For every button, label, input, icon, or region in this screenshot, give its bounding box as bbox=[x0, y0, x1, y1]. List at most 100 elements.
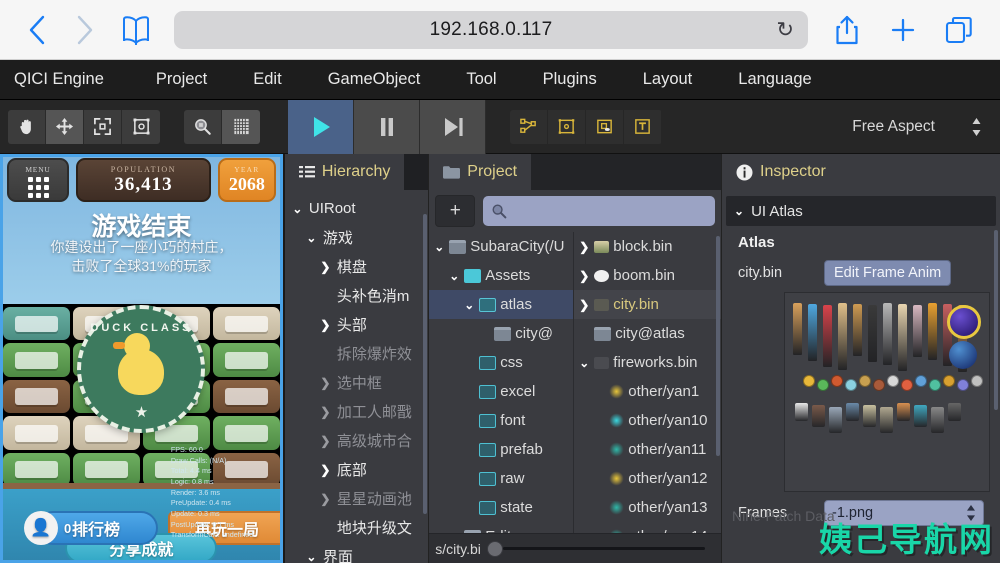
move-tool-button[interactable] bbox=[46, 109, 84, 144]
project-search-input[interactable] bbox=[483, 196, 715, 226]
hierarchy-node[interactable]: 地块升级文 bbox=[285, 513, 428, 542]
hierarchy-node[interactable]: ❯ 高级城市合 bbox=[285, 426, 428, 455]
hierarchy-node[interactable]: 头补色消m bbox=[285, 281, 428, 310]
pause-button[interactable] bbox=[354, 99, 420, 154]
show-tabs-button[interactable] bbox=[932, 7, 986, 53]
menu-item-gameobject[interactable]: GameObject bbox=[328, 70, 443, 89]
project-scrollbar[interactable] bbox=[716, 236, 720, 456]
step-button[interactable] bbox=[420, 99, 486, 154]
chevron-down-icon[interactable]: ⌄ bbox=[463, 298, 475, 312]
village-tile[interactable] bbox=[3, 379, 70, 414]
project-row[interactable]: other/yan1 bbox=[574, 377, 721, 406]
project-row[interactable]: other/yan13 bbox=[574, 493, 721, 522]
node-gizmo-button[interactable] bbox=[510, 109, 548, 144]
chevron-right-icon[interactable]: ❯ bbox=[319, 318, 332, 332]
new-tab-button[interactable] bbox=[876, 7, 930, 53]
chevron-right-icon[interactable]: ❯ bbox=[578, 298, 590, 312]
hierarchy-node[interactable]: ❯ 棋盘 bbox=[285, 252, 428, 281]
project-row[interactable]: other/yan12 bbox=[574, 464, 721, 493]
project-row[interactable]: excel bbox=[429, 377, 573, 406]
chevron-right-icon[interactable]: ❯ bbox=[319, 405, 332, 419]
village-tile[interactable] bbox=[3, 416, 70, 450]
menu-item-plugins[interactable]: Plugins bbox=[543, 70, 619, 89]
menu-item-edit[interactable]: Edit bbox=[253, 70, 303, 89]
village-tile[interactable] bbox=[212, 307, 280, 341]
project-row[interactable]: other/yan11 bbox=[574, 435, 721, 464]
menu-item-project[interactable]: Project bbox=[156, 70, 229, 89]
hud-menu-button[interactable]: MENU bbox=[7, 158, 69, 202]
chevron-down-icon[interactable]: ⌄ bbox=[305, 231, 318, 245]
menu-item-qici-engine[interactable]: QICI Engine bbox=[14, 70, 126, 89]
inspector-scrollbar[interactable] bbox=[994, 230, 998, 410]
thumbnail-size-slider[interactable] bbox=[486, 540, 715, 558]
rect-tool-button[interactable] bbox=[122, 109, 160, 144]
hand-tool-button[interactable] bbox=[8, 109, 46, 144]
hierarchy-node[interactable]: ❯ 头部 bbox=[285, 310, 428, 339]
project-row[interactable]: city@atlas bbox=[574, 319, 721, 348]
village-tile[interactable] bbox=[3, 307, 70, 341]
address-bar[interactable]: 192.168.0.117 ↻ bbox=[174, 10, 808, 49]
menu-item-tool[interactable]: Tool bbox=[466, 70, 518, 89]
aspect-stepper-icon[interactable] bbox=[971, 116, 982, 138]
project-row[interactable]: ❯ city.bin bbox=[574, 290, 721, 319]
anchor-gizmo-button[interactable] bbox=[586, 109, 624, 144]
menu-item-language[interactable]: Language bbox=[738, 70, 833, 89]
atlas-preview[interactable] bbox=[784, 292, 990, 492]
village-tile[interactable] bbox=[212, 379, 280, 414]
hierarchy-node[interactable]: ❯ 星星动画池 bbox=[285, 484, 428, 513]
bookmarks-button[interactable] bbox=[110, 7, 162, 53]
leaderboard-button[interactable]: 👤 0 排行榜 bbox=[24, 511, 158, 545]
menu-item-layout[interactable]: Layout bbox=[643, 70, 715, 89]
scale-tool-button[interactable] bbox=[84, 109, 122, 144]
project-row[interactable]: prefab bbox=[429, 435, 573, 464]
chevron-right-icon[interactable]: ❯ bbox=[578, 240, 590, 254]
chevron-right-icon[interactable]: ❯ bbox=[319, 463, 332, 477]
hierarchy-node[interactable]: ⌄ 游戏 bbox=[285, 223, 428, 252]
project-row[interactable]: city@ bbox=[429, 319, 573, 348]
hierarchy-node[interactable]: ❯ 加工人邮戬 bbox=[285, 397, 428, 426]
chevron-down-icon[interactable]: ⌄ bbox=[305, 550, 318, 563]
project-row[interactable]: ❯ block.bin bbox=[574, 232, 721, 261]
play-button[interactable] bbox=[288, 99, 354, 154]
tab-hierarchy[interactable]: Hierarchy bbox=[284, 154, 405, 190]
pivot-gizmo-button[interactable] bbox=[548, 109, 586, 144]
project-row[interactable]: ⌄ atlas bbox=[429, 290, 574, 319]
ui-atlas-section-header[interactable]: ⌄ UI Atlas bbox=[726, 196, 996, 226]
chevron-down-icon[interactable]: ⌄ bbox=[448, 269, 460, 283]
hierarchy-node[interactable]: ⌄ 界面 bbox=[285, 542, 428, 563]
chevron-down-icon[interactable]: ⌄ bbox=[291, 202, 304, 216]
chevron-right-icon[interactable]: ❯ bbox=[319, 260, 332, 274]
village-tile[interactable] bbox=[3, 343, 70, 377]
village-tile[interactable] bbox=[3, 452, 70, 486]
project-row[interactable]: state bbox=[429, 493, 573, 522]
project-row[interactable]: ⌄ Assets bbox=[429, 261, 573, 290]
chevron-down-icon[interactable]: ⌄ bbox=[433, 240, 445, 254]
project-row[interactable]: other/yan10 bbox=[574, 406, 721, 435]
project-row[interactable]: raw bbox=[429, 464, 573, 493]
add-asset-button[interactable]: + bbox=[435, 195, 476, 227]
forward-button[interactable] bbox=[62, 7, 108, 53]
game-view[interactable]: MENU POPULATION 36,413 YEAR 2068 游戏结束 你建… bbox=[0, 154, 285, 563]
slider-knob[interactable] bbox=[486, 540, 503, 557]
village-tile[interactable] bbox=[72, 452, 140, 486]
edit-frame-anim-button[interactable]: Edit Frame Anim bbox=[824, 260, 952, 286]
tab-inspector[interactable]: Inspector bbox=[722, 154, 840, 190]
tab-project[interactable]: Project bbox=[429, 154, 532, 190]
grid-tool-button[interactable] bbox=[222, 109, 260, 144]
project-row[interactable]: ⌄ SubaraCity(/U bbox=[429, 232, 573, 261]
hierarchy-scrollbar[interactable] bbox=[423, 214, 428, 514]
share-button[interactable] bbox=[820, 7, 874, 53]
chevron-right-icon[interactable]: ❯ bbox=[319, 492, 332, 506]
text-gizmo-button[interactable] bbox=[624, 109, 662, 144]
project-row[interactable]: css bbox=[429, 348, 573, 377]
chevron-down-icon[interactable]: ⌄ bbox=[578, 356, 590, 370]
zoom-tool-button[interactable] bbox=[184, 109, 222, 144]
chevron-right-icon[interactable]: ❯ bbox=[319, 376, 332, 390]
project-row[interactable]: ❯ boom.bin bbox=[574, 261, 721, 290]
back-button[interactable] bbox=[14, 7, 60, 53]
hierarchy-node[interactable]: ❯ 选中框 bbox=[285, 368, 428, 397]
hierarchy-node[interactable]: 拆除爆炸效 bbox=[285, 339, 428, 368]
reload-icon[interactable]: ↻ bbox=[776, 19, 794, 40]
hierarchy-node[interactable]: ⌄ UIRoot bbox=[285, 194, 428, 223]
village-tile[interactable] bbox=[212, 343, 280, 377]
